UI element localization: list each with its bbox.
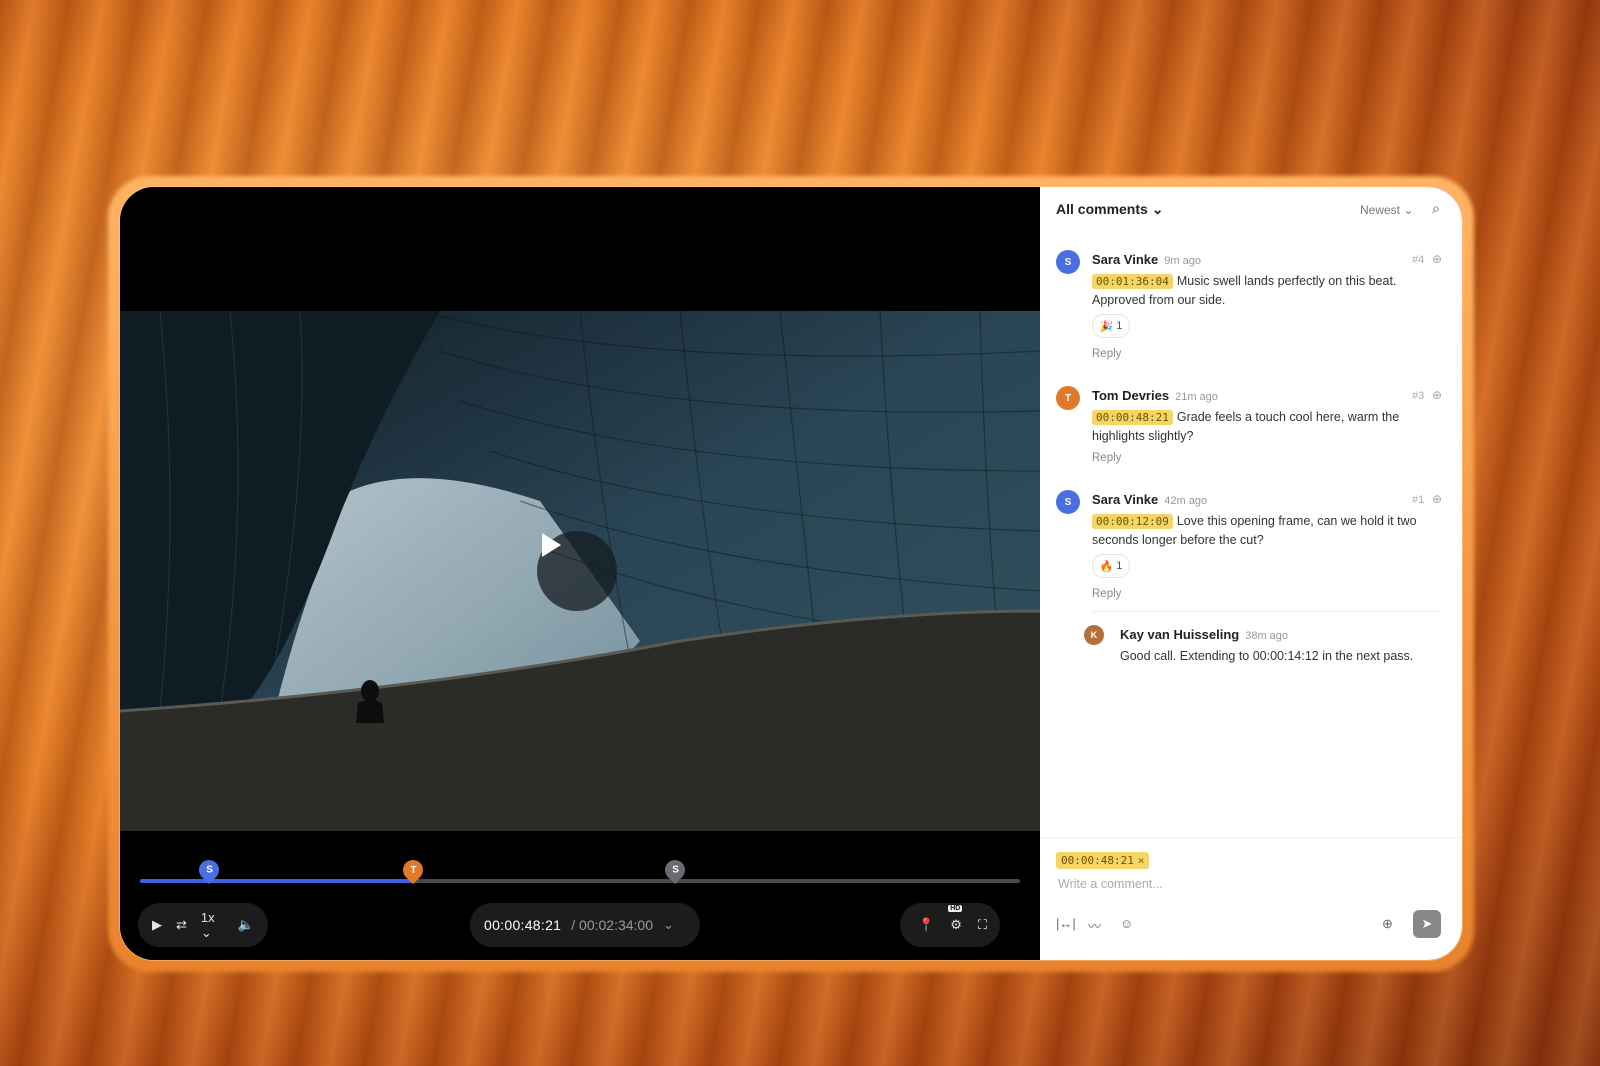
comment-number: #4 (1412, 254, 1425, 266)
globe-icon[interactable]: ⊕ (1432, 252, 1442, 266)
thread-divider (1092, 611, 1442, 612)
timeline-comment-marker[interactable]: T (398, 855, 427, 885)
globe-icon[interactable]: ⊕ (1432, 388, 1442, 402)
comment-text: 00:00:12:09 Love this opening frame, can … (1092, 514, 1417, 547)
reaction-badge[interactable]: 🎉 1 (1092, 314, 1130, 338)
marker-pin: T (398, 855, 427, 885)
timeline-scrubber[interactable] (140, 879, 1020, 883)
reaction-badge[interactable]: 🔥 1 (1092, 554, 1130, 578)
volume-icon[interactable]: 🔈 (238, 917, 254, 933)
reply-button[interactable]: Reply (1092, 588, 1121, 600)
timecode-total: / 00:02:34:00 (571, 917, 654, 933)
send-button[interactable]: ➤ (1413, 910, 1441, 938)
chevron-down-icon[interactable]: ⌄ (663, 917, 674, 933)
play-icon[interactable]: ▶ (152, 917, 162, 933)
comment-timestamp[interactable]: 00:00:48:21 (1092, 410, 1173, 425)
search-icon[interactable]: ⌕ (1432, 200, 1440, 217)
view-controls: 📍 ⚙ HD ⛶ (900, 903, 1000, 947)
globe-icon[interactable]: ⊕ (1432, 492, 1442, 506)
video-player: S T S ▶ ⇄ 1x ⌄ 🔈 00:00:48:21 / 00:02:34:… (120, 187, 1040, 960)
location-pin-icon[interactable]: 📍 (918, 917, 934, 933)
reply-button[interactable]: Reply (1092, 452, 1121, 464)
play-icon (542, 533, 561, 557)
video-frame[interactable] (120, 311, 1040, 831)
marker-pin: S (194, 855, 223, 885)
speed-selector[interactable]: 1x ⌄ (201, 910, 224, 941)
comment-composer: 00:00:48:21× |↔| 〰 ☺ ⊕ ➤ (1040, 837, 1462, 960)
emoji-icon[interactable]: ☺ (1120, 916, 1133, 931)
close-icon[interactable]: × (1138, 854, 1145, 867)
comment-author: Tom Devries 21m ago (1092, 388, 1218, 403)
comment-text: 00:00:48:21 Grade feels a touch cool here… (1092, 410, 1400, 443)
loop-icon[interactable]: ⇄ (176, 917, 187, 933)
comment-input[interactable] (1056, 876, 1440, 892)
review-window: S T S ▶ ⇄ 1x ⌄ 🔈 00:00:48:21 / 00:02:34:… (120, 187, 1462, 960)
chevron-down-icon: ⌄ (1403, 203, 1414, 217)
reply-text: Good call. Extending to 00:00:14:12 in t… (1120, 649, 1414, 663)
timecode-current: 00:00:48:21 (484, 917, 562, 933)
hd-badge: HD (948, 905, 963, 912)
globe-icon[interactable]: ⊕ (1382, 916, 1393, 932)
avatar: T (1056, 386, 1080, 410)
comment-number: #3 (1412, 390, 1425, 402)
timecode-display[interactable]: 00:00:48:21 / 00:02:34:00 ⌄ (470, 903, 700, 947)
timeline-progress (140, 879, 413, 883)
comment-author: Sara Vinke 42m ago (1092, 492, 1208, 507)
send-icon: ➤ (1421, 916, 1433, 931)
reply-author: Kay van Huisseling 38m ago (1120, 627, 1289, 642)
reply-button[interactable]: Reply (1092, 348, 1121, 360)
comment-timestamp[interactable]: 00:01:36:04 (1092, 274, 1173, 289)
draw-icon[interactable]: 〰 (1088, 916, 1101, 935)
sort-dropdown[interactable]: Newest ⌄ (1360, 203, 1413, 217)
timeline-comment-marker[interactable]: S (194, 855, 223, 885)
comment-timestamp[interactable]: 00:00:12:09 (1092, 514, 1173, 529)
range-icon[interactable]: |↔| (1056, 916, 1076, 931)
avatar: K (1084, 625, 1104, 645)
play-overlay-button[interactable] (537, 531, 617, 611)
avatar: S (1056, 490, 1080, 514)
comment-author: Sara Vinke 9m ago (1092, 252, 1201, 267)
comments-panel: All comments ⌄ Newest ⌄ ⌕ S Sara Vinke 9m… (1040, 187, 1462, 960)
comment-number: #1 (1412, 494, 1425, 506)
playback-controls: ▶ ⇄ 1x ⌄ 🔈 (138, 903, 268, 947)
comments-filter-dropdown[interactable]: All comments ⌄ (1056, 201, 1163, 218)
avatar: S (1056, 250, 1080, 274)
chevron-down-icon: ⌄ (1151, 201, 1164, 217)
timestamp-chip[interactable]: 00:00:48:21 × (1056, 852, 1150, 869)
fullscreen-icon[interactable]: ⛶ (978, 917, 987, 933)
comments-header: All comments ⌄ Newest ⌄ ⌕ (1040, 187, 1462, 231)
marker-pin: S (660, 855, 690, 885)
quality-settings-icon[interactable]: ⚙ HD (948, 905, 963, 933)
comment-text: 00:01:36:04 Music swell lands perfectly o… (1092, 274, 1397, 307)
timeline-comment-marker[interactable]: S (660, 855, 690, 885)
